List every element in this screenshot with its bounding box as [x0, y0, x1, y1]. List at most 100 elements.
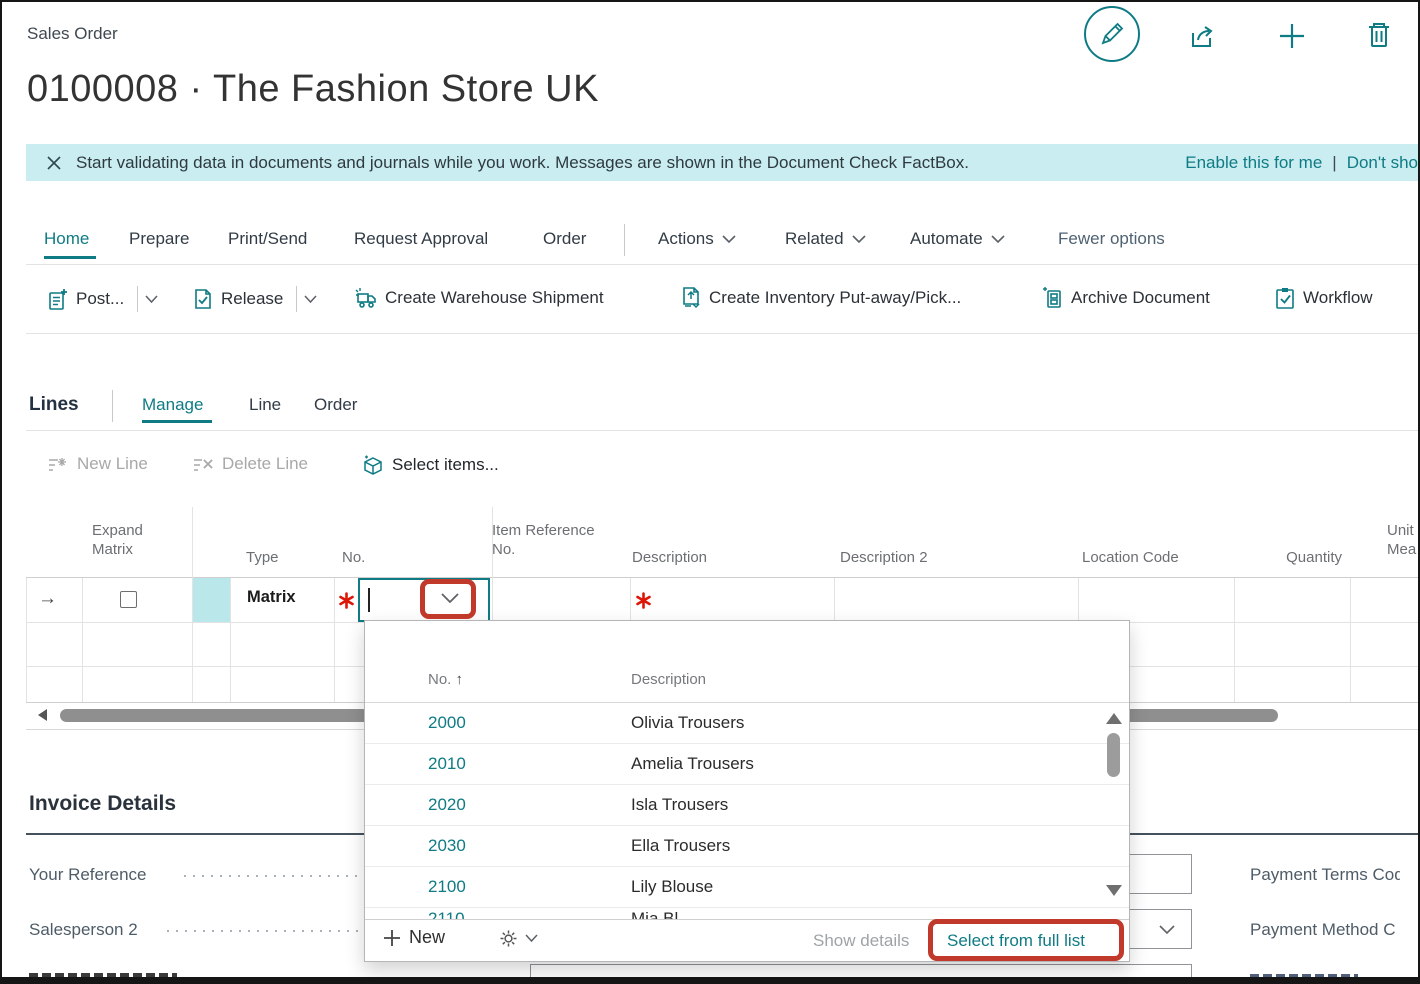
show-details-button[interactable]: Show details	[813, 931, 909, 951]
tab-home[interactable]: Home	[44, 229, 89, 249]
item-no: 2000	[428, 713, 466, 733]
chevron-down-icon	[722, 235, 736, 244]
menu-automate[interactable]: Automate	[910, 229, 1005, 249]
active-tab-underline	[44, 256, 96, 259]
invoice-details-heading[interactable]: Invoice Details	[29, 792, 176, 816]
notification-message: Start validating data in documents and j…	[76, 153, 969, 173]
col-header-description[interactable]: Description	[632, 548, 707, 567]
create-warehouse-shipment-button[interactable]: Create Warehouse Shipment	[354, 286, 604, 310]
settings-button[interactable]	[498, 928, 538, 949]
item-description: Lily Blouse	[631, 877, 713, 897]
share-button[interactable]	[1185, 20, 1217, 52]
lookup-row[interactable]: 2030 Ella Trousers	[365, 826, 1129, 867]
col-header-description2[interactable]: Description 2	[840, 548, 928, 567]
clipped-text-fragment	[29, 973, 177, 979]
item-description: Ella Trousers	[631, 836, 730, 856]
partial-input[interactable]	[530, 964, 1192, 984]
col-header-type[interactable]: Type	[246, 548, 279, 567]
post-label: Post...	[76, 289, 124, 309]
payment-terms-label: Payment Terms Cod	[1250, 865, 1400, 885]
col-header-location-code[interactable]: Location Code	[1082, 548, 1179, 567]
close-icon[interactable]	[46, 155, 62, 171]
gear-icon	[498, 928, 519, 949]
menu-automate-label: Automate	[910, 229, 983, 249]
delete-line-button[interactable]: Delete Line	[192, 454, 308, 474]
release-split-chevron[interactable]	[304, 295, 317, 304]
clipped-text-fragment	[1250, 974, 1358, 980]
tab-prepare[interactable]: Prepare	[129, 229, 189, 249]
page-caption: Sales Order	[27, 24, 118, 44]
new-line-button[interactable]: New Line	[47, 454, 148, 474]
notification-bar: Start validating data in documents and j…	[26, 144, 1418, 181]
dropdown-col-description[interactable]: Description	[631, 671, 706, 688]
vscroll-down-arrow[interactable]	[1106, 885, 1122, 896]
col-header-quantity[interactable]: Quantity	[1234, 548, 1342, 567]
create-inventory-putaway-button[interactable]: Create Inventory Put-away/Pick...	[680, 286, 961, 310]
lines-tab-manage[interactable]: Manage	[142, 395, 203, 415]
new-item-button[interactable]: New	[383, 927, 445, 948]
vscroll-thumb[interactable]	[1107, 733, 1120, 777]
col-header-expand-matrix[interactable]: ExpandMatrix	[92, 521, 143, 559]
vscroll-up-arrow[interactable]	[1106, 713, 1122, 724]
enable-link[interactable]: Enable this for me	[1185, 153, 1322, 173]
menu-related[interactable]: Related	[785, 229, 866, 249]
dismiss-link[interactable]: Don't sho	[1347, 153, 1418, 173]
lookup-row-partial[interactable]: 2110 Mia Bl	[365, 908, 1129, 919]
item-description: Olivia Trousers	[631, 713, 744, 733]
new-line-label: New Line	[77, 454, 148, 474]
workflow-button[interactable]: Workflow	[1274, 286, 1373, 310]
item-lookup-dropdown: No. ↑ Description 2000 Olivia Trousers 2…	[364, 620, 1130, 962]
type-cell[interactable]: Matrix	[247, 588, 296, 607]
archive-document-button[interactable]: Archive Document	[1040, 286, 1210, 310]
create-warehouse-shipment-label: Create Warehouse Shipment	[385, 288, 604, 308]
edit-button[interactable]	[1083, 5, 1141, 63]
menu-actions[interactable]: Actions	[658, 229, 736, 249]
fewer-options-button[interactable]: Fewer options	[1058, 229, 1165, 249]
plus-icon	[1277, 21, 1307, 51]
tab-request-approval[interactable]: Request Approval	[354, 229, 488, 249]
expand-matrix-checkbox[interactable]	[120, 591, 137, 608]
annotation-box-chevron	[420, 579, 476, 619]
lookup-row[interactable]: 2010 Amelia Trousers	[365, 744, 1129, 785]
col-header-item-reference[interactable]: Item ReferenceNo.	[492, 521, 595, 559]
required-asterisk-icon	[635, 592, 652, 609]
chevron-down-icon	[991, 235, 1005, 244]
chevron-down-icon	[852, 235, 866, 244]
select-items-button[interactable]: Select items...	[362, 454, 499, 476]
item-no: 2100	[428, 877, 466, 897]
hscroll-left-arrow[interactable]	[38, 709, 47, 721]
text-cursor	[368, 588, 370, 612]
combobox-chevron-icon[interactable]	[1159, 925, 1175, 935]
tab-print-send[interactable]: Print/Send	[228, 229, 307, 249]
select-items-label: Select items...	[392, 455, 499, 475]
tab-order[interactable]: Order	[543, 229, 586, 249]
new-document-button[interactable]	[1276, 20, 1308, 52]
menu-related-label: Related	[785, 229, 844, 249]
post-button[interactable]: Post...	[47, 286, 158, 312]
lines-part-title: Lines	[29, 394, 79, 416]
release-label: Release	[221, 289, 283, 309]
release-button[interactable]: Release	[192, 286, 317, 312]
lookup-row[interactable]: 2100 Lily Blouse	[365, 867, 1129, 908]
lines-tab-line[interactable]: Line	[249, 395, 281, 415]
lines-tab-order[interactable]: Order	[314, 395, 357, 415]
lookup-row[interactable]: 2000 Olivia Trousers	[365, 703, 1129, 744]
sort-ascending-icon: ↑	[456, 671, 464, 688]
item-description: Mia Bl	[631, 909, 678, 919]
row-indicator-arrow: →	[38, 588, 57, 610]
menu-actions-label: Actions	[658, 229, 714, 249]
salesperson2-label: Salesperson 2	[29, 920, 138, 940]
delete-button[interactable]	[1363, 18, 1395, 52]
trash-icon	[1364, 19, 1394, 51]
col-header-no[interactable]: No.	[342, 548, 365, 567]
putaway-document-icon	[680, 286, 702, 310]
lookup-row[interactable]: 2020 Isla Trousers	[365, 785, 1129, 826]
create-inventory-putaway-label: Create Inventory Put-away/Pick...	[709, 288, 961, 308]
chevron-down-icon	[525, 934, 538, 943]
tab-divider	[624, 224, 625, 256]
col-header-unit-of-measure[interactable]: UnitMea	[1387, 521, 1416, 559]
workflow-label: Workflow	[1303, 288, 1373, 308]
selected-cell-highlight	[193, 578, 230, 622]
dropdown-col-no[interactable]: No. ↑	[428, 671, 463, 688]
post-split-chevron[interactable]	[145, 295, 158, 304]
